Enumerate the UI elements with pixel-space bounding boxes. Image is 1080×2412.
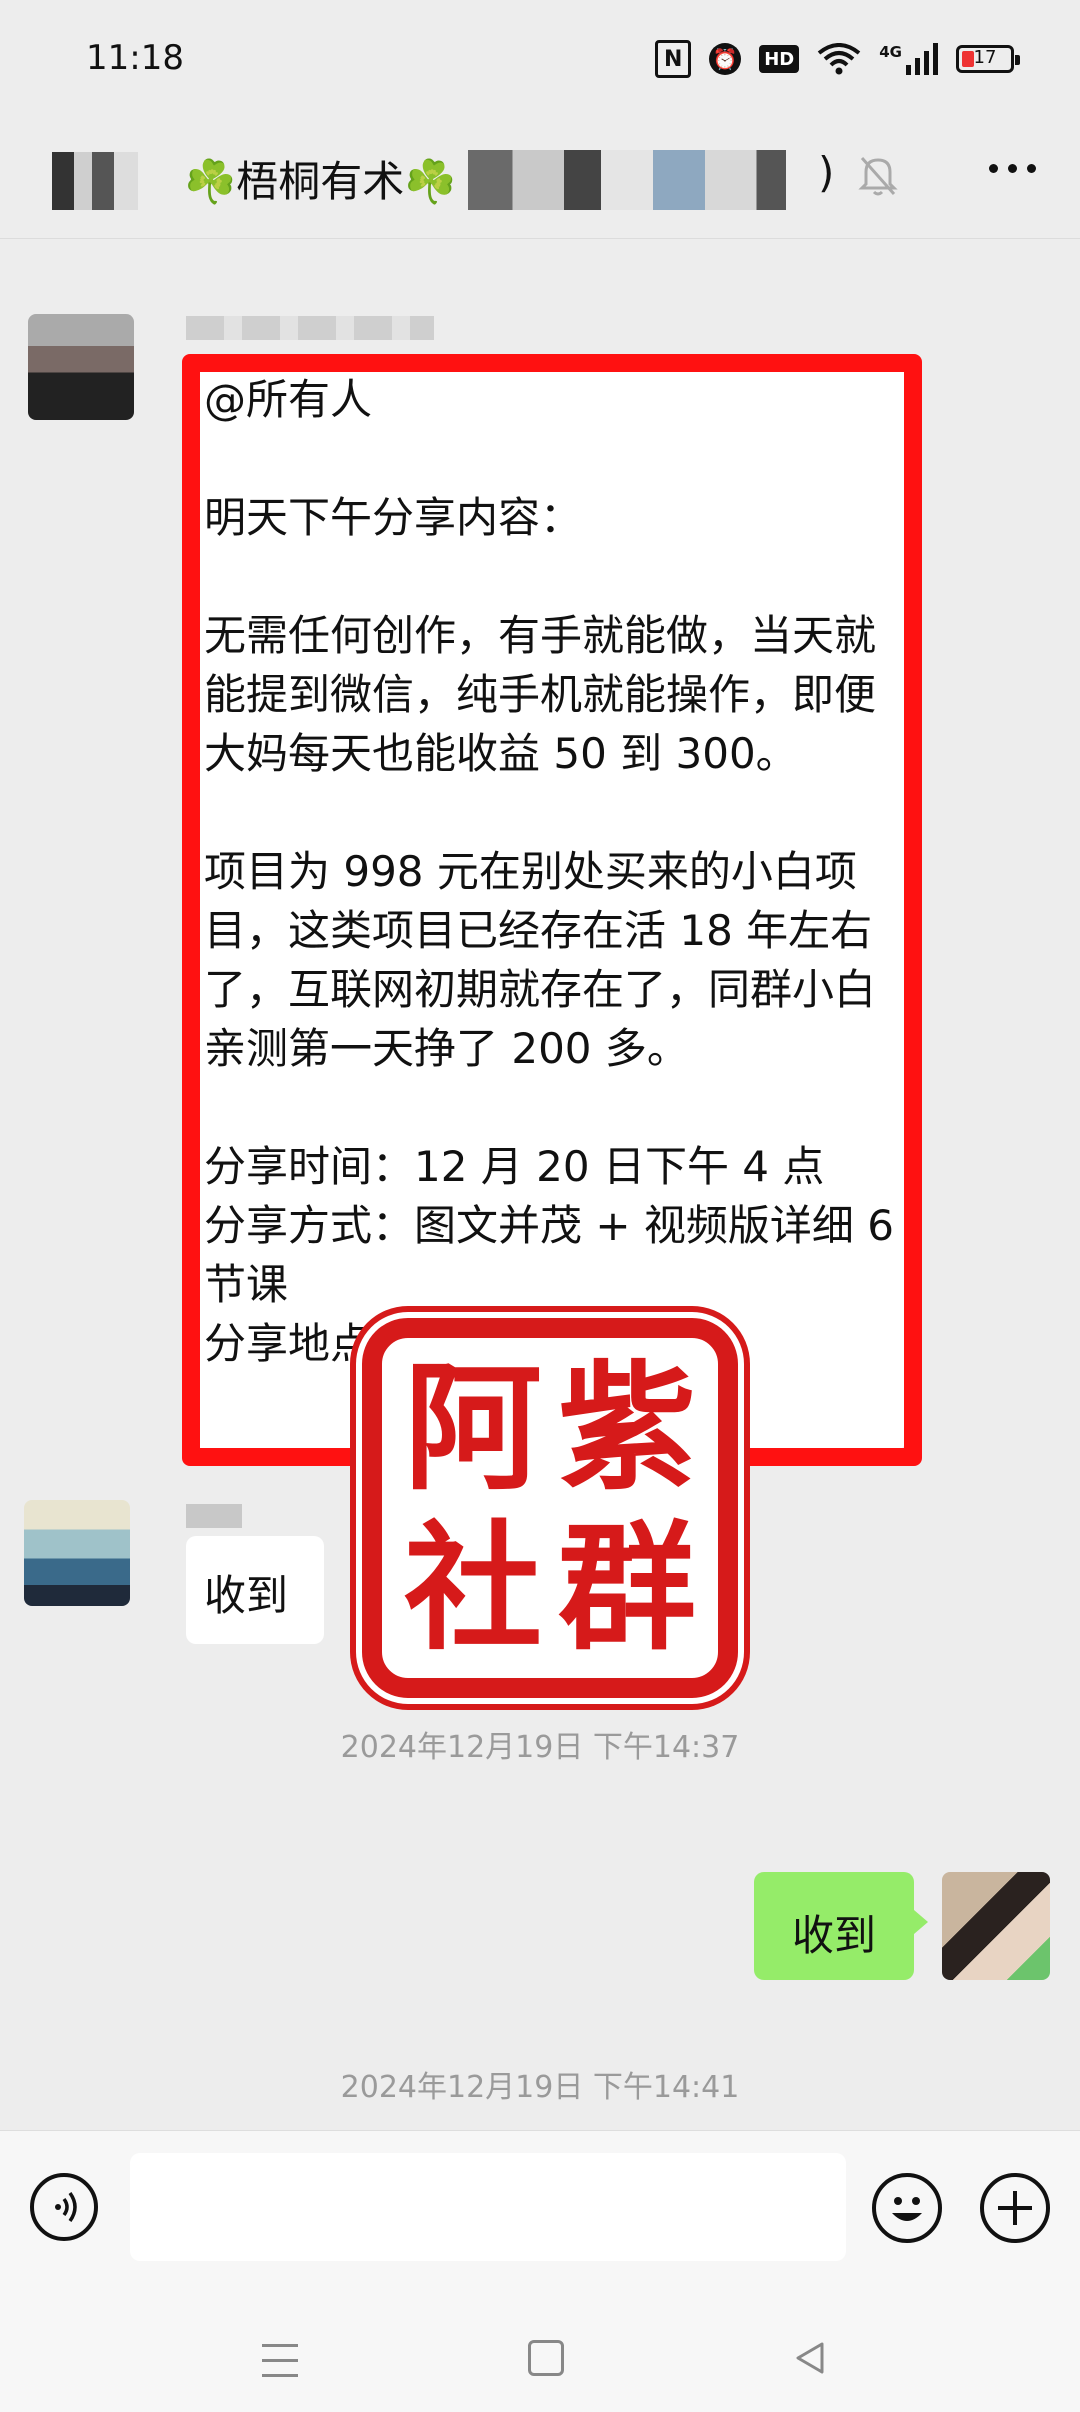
watermark-stamp: 阿 紫 社 群 — [362, 1318, 738, 1698]
reply-text: 收到 — [204, 1571, 289, 1620]
my-reply-text: 收到 — [791, 1911, 876, 1960]
battery-level: 17 — [973, 47, 997, 68]
status-time: 11:18 — [86, 38, 184, 78]
back-button-blurred[interactable] — [52, 152, 138, 210]
system-nav-bar — [0, 2284, 1080, 2412]
group-title: ☘️梧桐有术☘️ — [184, 157, 457, 206]
home-icon[interactable] — [528, 2340, 564, 2376]
signal-icon: 4G — [879, 43, 938, 75]
message-timestamp: 2024年12月19日 下午14:41 — [340, 2070, 740, 2105]
highlight-frame — [182, 354, 922, 1466]
watermark-char: 阿 — [403, 1346, 542, 1509]
status-bar: 11:18 N ⏰ HD 4G 17 — [0, 0, 1080, 120]
plus-icon[interactable] — [980, 2173, 1050, 2243]
hd-icon: HD — [759, 45, 800, 73]
watermark-char: 社 — [403, 1506, 542, 1669]
more-icon[interactable] — [989, 164, 1036, 173]
group-count-suffix: ) — [818, 148, 835, 197]
wifi-icon — [818, 43, 861, 75]
signal-label: 4G — [879, 43, 902, 61]
status-icons: N ⏰ HD 4G 17 — [655, 40, 1020, 78]
voice-icon[interactable] — [30, 2173, 98, 2241]
battery-icon: 17 — [956, 45, 1020, 73]
menu-icon[interactable] — [262, 2344, 298, 2378]
sender-name-redacted — [186, 1504, 242, 1528]
nfc-icon: N — [655, 40, 692, 78]
emoji-icon[interactable] — [872, 2173, 942, 2243]
title-redacted — [468, 150, 838, 210]
avatar[interactable] — [28, 314, 134, 420]
my-avatar[interactable] — [942, 1872, 1050, 1980]
input-bar — [0, 2130, 1080, 2285]
watermark-char: 紫 — [557, 1346, 696, 1509]
message-timestamp: 2024年12月19日 下午14:37 — [340, 1730, 740, 1765]
avatar[interactable] — [24, 1500, 130, 1606]
my-reply-bubble[interactable]: 收到 — [754, 1872, 928, 1980]
sender-name-redacted — [186, 316, 434, 340]
alarm-icon: ⏰ — [709, 43, 742, 75]
chat-header: ☘️梧桐有术☘️ ) — [0, 120, 1080, 239]
back-icon[interactable] — [790, 2338, 830, 2378]
watermark-char: 群 — [557, 1506, 696, 1669]
message-input[interactable] — [130, 2153, 846, 2261]
mute-icon — [858, 157, 898, 196]
